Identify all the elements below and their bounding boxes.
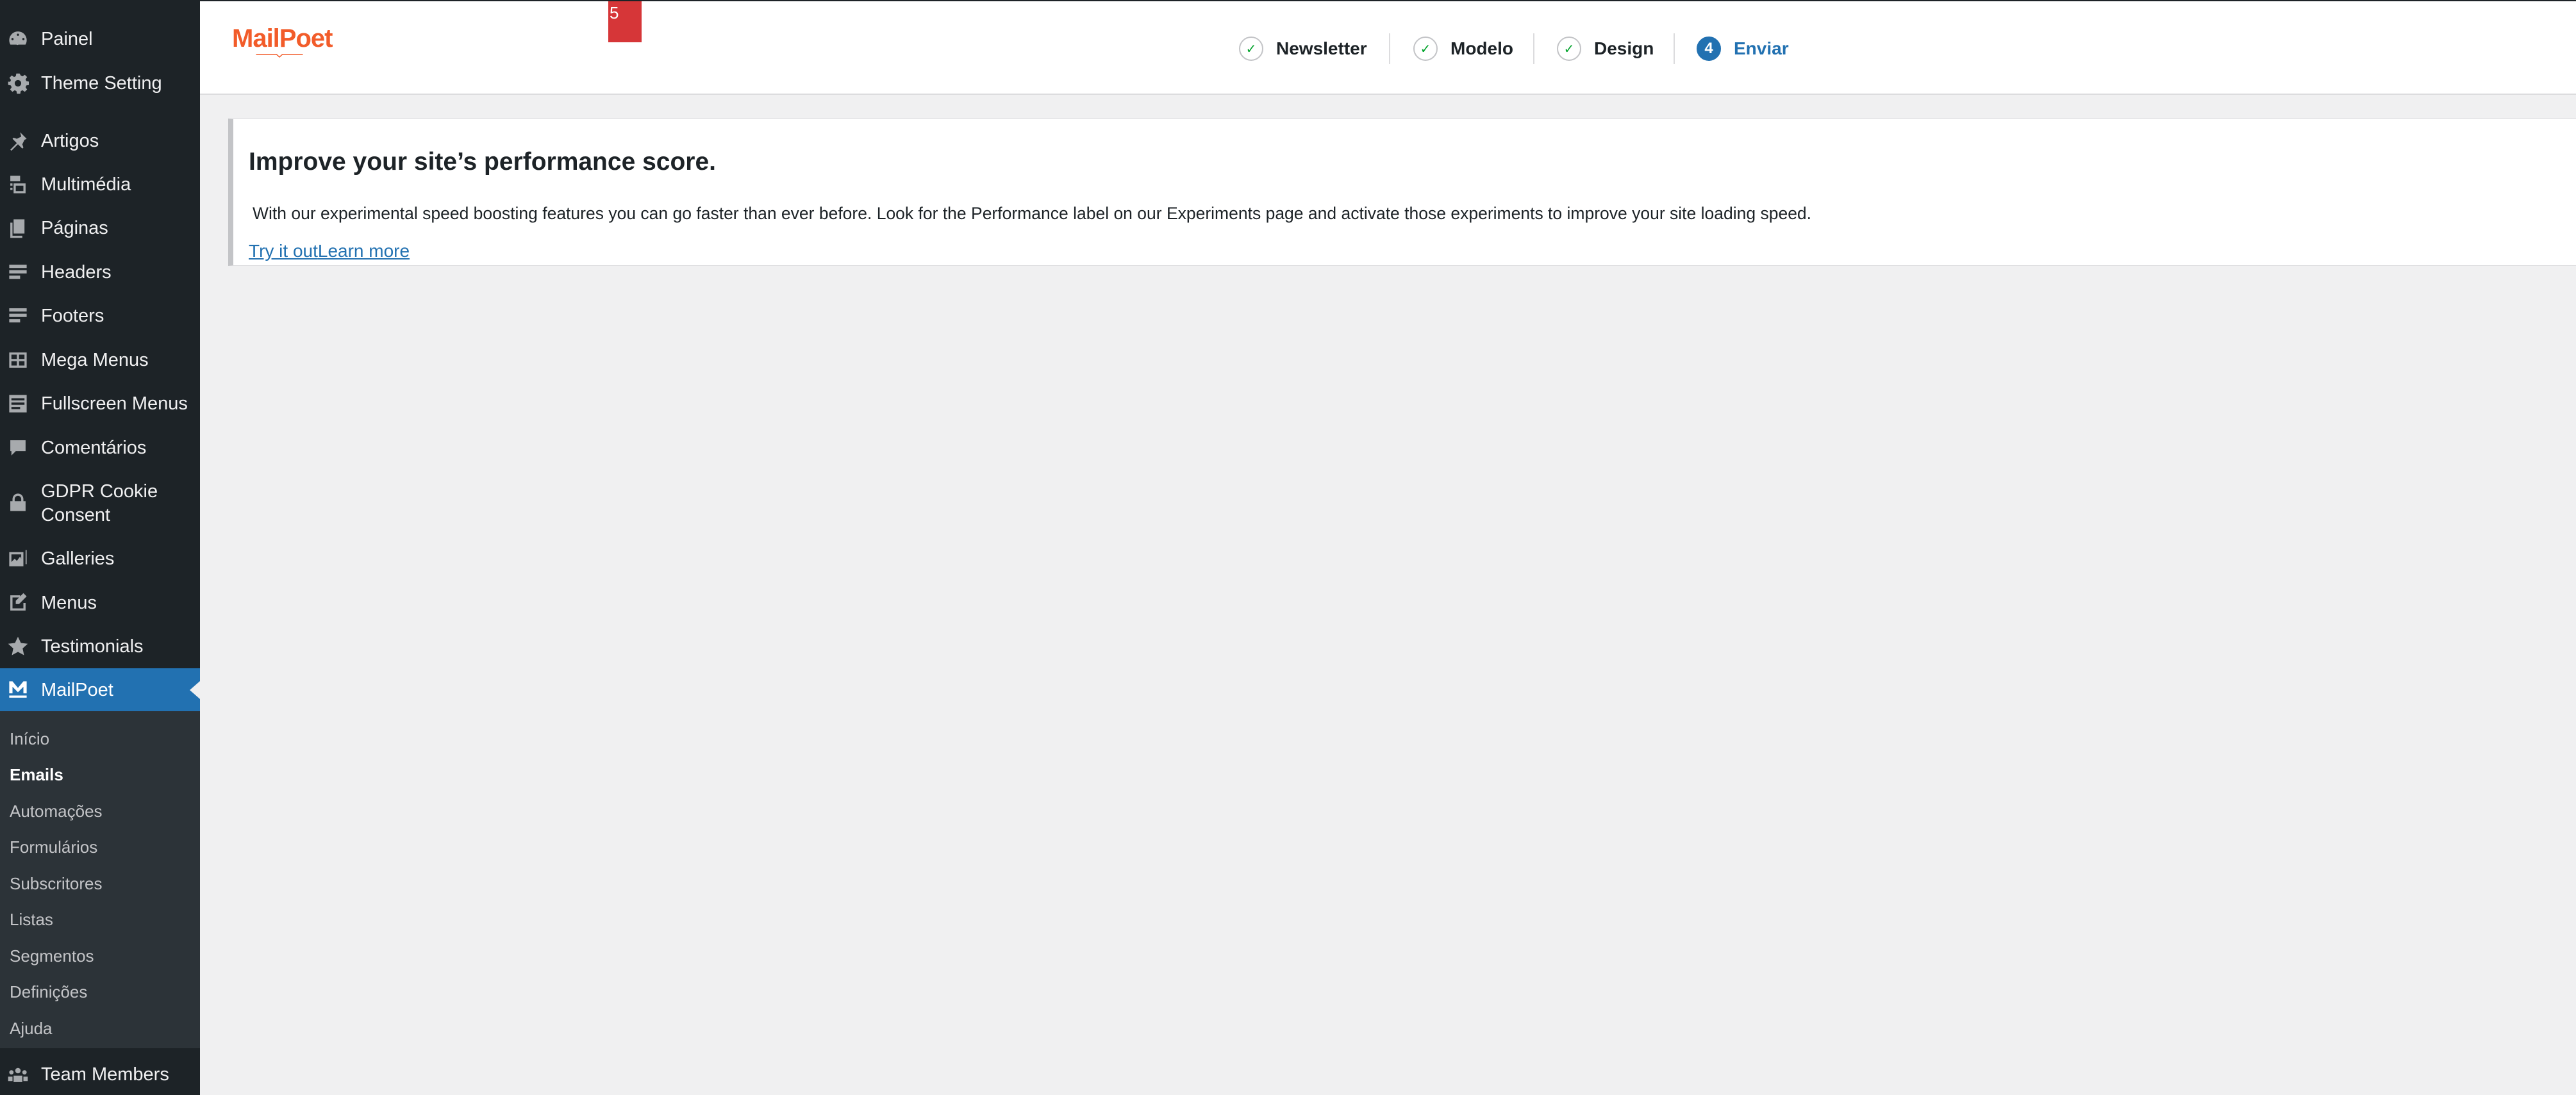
media-icon: [6, 173, 29, 196]
comment-icon: [6, 436, 29, 459]
sidebar-item-label: Footers: [41, 305, 104, 326]
sidebar-item-testimonials[interactable]: Testimonials: [0, 625, 200, 668]
sidebar-item-painel[interactable]: Painel: [0, 17, 200, 61]
submenu-item-inicio[interactable]: Início: [10, 728, 49, 750]
sidebar-item-label: Painel: [41, 28, 93, 49]
sidebar-item-label: Fullscreen Menus: [41, 393, 188, 414]
sidebar-item-mailpoet[interactable]: MailPoet: [0, 668, 200, 712]
step-number: 4: [1697, 37, 1721, 61]
logo-underline-decoration: [256, 54, 303, 58]
step-newsletter[interactable]: ✓ Newsletter: [1239, 36, 1367, 62]
notice-body: With our experimental speed boosting fea…: [253, 204, 1812, 223]
sidebar-item-paginas[interactable]: Páginas: [0, 206, 200, 250]
step-design[interactable]: ✓ Design: [1557, 36, 1654, 62]
learn-more-link[interactable]: Learn more: [318, 241, 410, 261]
groups-icon: [6, 1063, 29, 1086]
star-icon: [6, 635, 29, 658]
sidebar-item-comentarios[interactable]: Comentários: [0, 426, 200, 470]
lock-icon: [6, 491, 29, 514]
step-modelo[interactable]: ✓ Modelo: [1413, 36, 1513, 62]
sidebar-item-gdpr-cookie-consent[interactable]: GDPR Cookie Consent: [0, 477, 200, 531]
edit-page-icon: [6, 591, 29, 614]
pushpin-icon: [6, 129, 29, 152]
sidebar-item-theme-setting[interactable]: Theme Setting: [0, 62, 200, 105]
sidebar-item-label: Theme Setting: [41, 72, 162, 94]
step-divider: [1533, 33, 1534, 64]
performance-notice: Improve your site’s performance score. W…: [228, 119, 2576, 266]
submenu-item-automacoes[interactable]: Automações: [10, 800, 103, 822]
sidebar-item-label: Galleries: [41, 548, 115, 569]
sidebar-item-label: Headers: [41, 261, 112, 283]
layout-icon: [6, 304, 29, 327]
sidebar-item-label: MailPoet: [41, 679, 113, 700]
mailpoet-logo: MailPoet: [232, 24, 333, 53]
step-enviar[interactable]: 4 Enviar: [1697, 36, 1789, 62]
step-label: Modelo: [1450, 38, 1513, 58]
sidebar-item-mega-menus[interactable]: Mega Menus: [0, 338, 200, 382]
step-divider: [1389, 33, 1390, 64]
step-divider: [1674, 33, 1675, 64]
submenu-item-emails[interactable]: Emails: [10, 764, 63, 786]
pages-icon: [6, 217, 29, 240]
check-icon: ✓: [1413, 37, 1438, 61]
sidebar-item-label: Mega Menus: [41, 349, 149, 370]
sidebar-item-label: Artigos: [41, 130, 99, 151]
layout-icon: [6, 261, 29, 284]
notice-links: Try it outLearn more: [249, 241, 410, 261]
notice-title: Improve your site’s performance score.: [249, 148, 717, 176]
grid-layout-icon: [6, 349, 29, 372]
mailpoet-icon: [6, 679, 29, 702]
submenu-item-listas[interactable]: Listas: [10, 909, 53, 930]
try-it-out-link[interactable]: Try it out: [249, 241, 318, 261]
submenu-item-segmentos[interactable]: Segmentos: [10, 945, 94, 967]
notification-badge[interactable]: 5: [608, 1, 642, 42]
gear-icon: [6, 72, 29, 95]
sidebar-item-label: Páginas: [41, 217, 108, 238]
editor-header: MailPoet 5 ✓ Newsletter ✓ Modelo ✓ Desig…: [200, 0, 2576, 95]
sidebar-item-multimedia[interactable]: Multimédia: [0, 163, 200, 206]
dashboard-icon: [6, 28, 29, 51]
sidebar-item-artigos[interactable]: Artigos: [0, 119, 200, 163]
step-label: Enviar: [1734, 38, 1789, 58]
sidebar-item-fullscreen-menus[interactable]: Fullscreen Menus: [0, 382, 200, 425]
sidebar-item-label: GDPR Cookie Consent: [41, 481, 158, 525]
text-layout-icon: [6, 392, 29, 415]
sidebar-item-headers[interactable]: Headers: [0, 251, 200, 294]
submenu-item-subscritores[interactable]: Subscritores: [10, 873, 103, 894]
sidebar-item-label: Team Members: [41, 1064, 169, 1085]
gallery-icon: [6, 547, 29, 570]
step-label: Design: [1594, 38, 1654, 58]
sidebar-item-menus[interactable]: Menus: [0, 581, 200, 625]
sidebar-item-team-members[interactable]: Team Members: [0, 1053, 200, 1095]
sidebar-item-label: Testimonials: [41, 636, 144, 657]
step-label: Newsletter: [1276, 38, 1367, 58]
submenu-item-ajuda[interactable]: Ajuda: [10, 1017, 53, 1039]
check-icon: ✓: [1557, 37, 1581, 61]
submenu-item-definicoes[interactable]: Definições: [10, 981, 87, 1003]
sidebar-item-label: Menus: [41, 592, 97, 613]
sidebar-item-footers[interactable]: Footers: [0, 294, 200, 338]
sidebar-item-label: Comentários: [41, 437, 147, 458]
active-indicator: [190, 681, 200, 699]
admin-sidebar: Painel Theme Setting Artigos Multimédia …: [0, 0, 200, 1095]
sidebar-item-galleries[interactable]: Galleries: [0, 537, 200, 580]
sidebar-item-label: Multimédia: [41, 174, 131, 195]
submenu-item-formularios[interactable]: Formulários: [10, 836, 97, 858]
check-icon: ✓: [1239, 37, 1263, 61]
mailpoet-submenu: Início Emails Automações Formulários Sub…: [0, 711, 200, 1048]
